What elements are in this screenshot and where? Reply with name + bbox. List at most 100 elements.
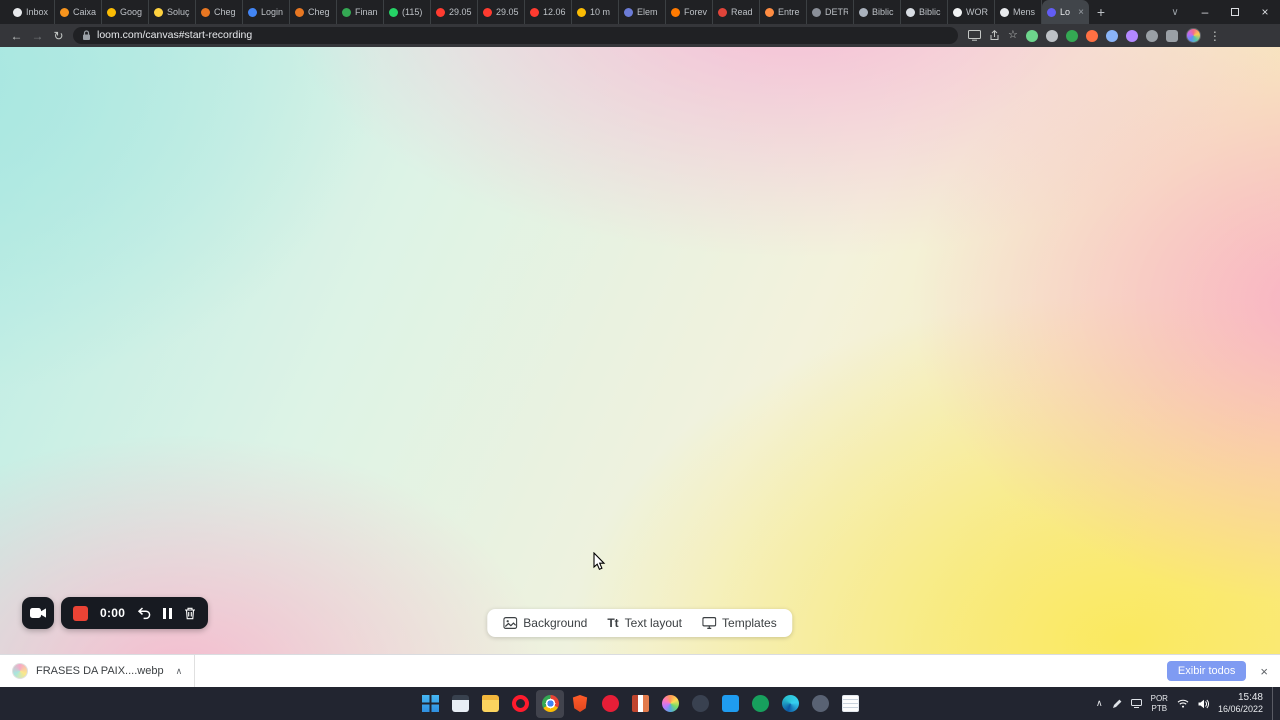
start-icon <box>421 695 439 712</box>
browser-tab[interactable]: Entre <box>760 0 807 24</box>
browser-tab[interactable]: DETR <box>807 0 854 24</box>
tab-favicon <box>859 7 868 17</box>
tab-label: Forev <box>684 7 707 17</box>
text-layout-button[interactable]: Tt Text layout <box>597 609 692 637</box>
calculator-icon <box>451 695 469 712</box>
extension-orange-icon[interactable] <box>1085 29 1098 42</box>
taskbar-app-start[interactable] <box>416 690 444 718</box>
tab-close-icon[interactable]: × <box>1078 7 1084 18</box>
browser-tab[interactable]: Read <box>713 0 760 24</box>
volume-icon[interactable] <box>1198 699 1209 709</box>
browser-menu-icon[interactable]: ⋮ <box>1209 29 1221 43</box>
pause-button[interactable] <box>163 607 173 619</box>
taskbar-app-opera[interactable] <box>506 690 534 718</box>
close-window-button[interactable]: × <box>1250 0 1280 24</box>
show-desktop-edge[interactable] <box>1272 687 1276 720</box>
browser-tab[interactable]: WOR <box>948 0 995 24</box>
taskbar-app-calculator[interactable] <box>446 690 474 718</box>
restart-button[interactable] <box>137 606 151 620</box>
taskbar-app-game[interactable] <box>686 690 714 718</box>
taskbar-app-files[interactable] <box>476 690 504 718</box>
taskbar-app-green[interactable] <box>746 690 774 718</box>
monitor-tray-icon[interactable] <box>1130 699 1142 708</box>
minimize-button[interactable]: – <box>1190 0 1220 24</box>
show-all-downloads-button[interactable]: Exibir todos <box>1166 661 1247 681</box>
taskbar-app-chrome[interactable] <box>536 689 564 718</box>
browser-tab[interactable]: Biblic <box>854 0 901 24</box>
extension-blue-icon[interactable] <box>1105 29 1118 42</box>
maximize-button[interactable] <box>1220 0 1250 24</box>
browser-tab[interactable]: Login <box>243 0 290 24</box>
tab-favicon <box>154 7 163 17</box>
extensions-puzzle-icon[interactable] <box>1165 29 1178 42</box>
extension-silver-icon[interactable] <box>1145 29 1158 42</box>
browser-tab[interactable]: Inbox <box>8 0 55 24</box>
pen-icon[interactable] <box>1112 699 1122 709</box>
download-item[interactable]: FRASES DA PAIX....webp ∧ <box>12 663 182 679</box>
browser-tab[interactable]: Forev <box>666 0 713 24</box>
tab-label: Caixa <box>73 7 96 17</box>
extension-green-icon[interactable] <box>1025 29 1038 42</box>
browser-tab[interactable]: 29.05 <box>478 0 525 24</box>
taskbar-app-edge[interactable] <box>776 690 804 718</box>
tab-favicon <box>436 7 445 17</box>
browser-tab[interactable]: (115) <box>384 0 431 24</box>
close-download-bar-icon[interactable]: × <box>1260 664 1268 679</box>
back-button[interactable]: ← <box>6 29 27 43</box>
tab-search-button[interactable]: ∨ <box>1160 7 1190 18</box>
taskbar-app-operagx[interactable] <box>596 690 624 718</box>
download-item-caret-icon[interactable]: ∧ <box>176 666 183 677</box>
share-icon[interactable] <box>989 30 1000 41</box>
url-text: loom.com/canvas#start-recording <box>97 29 253 42</box>
text-layout-label: Text layout <box>624 616 683 630</box>
browser-tab[interactable]: 10 m <box>572 0 619 24</box>
address-bar[interactable]: loom.com/canvas#start-recording <box>73 27 958 44</box>
browser-tab[interactable]: Biblic <box>901 0 948 24</box>
browser-tab[interactable]: Goog <box>102 0 149 24</box>
tab-favicon <box>483 7 492 17</box>
taskbar-app-photos[interactable] <box>656 690 684 718</box>
tab-label: Login <box>261 7 284 17</box>
browser-tab[interactable]: Caixa <box>55 0 102 24</box>
taskbar-clock[interactable]: 15:48 16/06/2022 <box>1218 692 1263 716</box>
camera-icon <box>30 607 46 619</box>
browser-tab[interactable]: Lo × <box>1042 0 1089 24</box>
browser-tab-bar: Inbox Caixa Goog Soluç Cheg Login Cheg Finan (11… <box>0 0 1280 24</box>
tray-expand-icon[interactable]: ∧ <box>1096 698 1103 709</box>
wifi-icon[interactable] <box>1177 699 1189 708</box>
profile-avatar[interactable] <box>1185 28 1201 43</box>
taskbar-app-brave[interactable] <box>566 690 594 718</box>
tab-favicon <box>295 7 304 17</box>
browser-tab[interactable]: Soluç <box>149 0 196 24</box>
browser-tab[interactable]: 12.06 <box>525 0 572 24</box>
extension-purple-icon[interactable] <box>1125 29 1138 42</box>
browser-tab[interactable]: Cheg <box>196 0 243 24</box>
background-button[interactable]: Background <box>493 609 597 637</box>
browser-tab[interactable]: Mens <box>995 0 1042 24</box>
browser-tab[interactable]: 29.05 <box>431 0 478 24</box>
extension-adblock-icon[interactable] <box>1065 29 1078 42</box>
templates-button[interactable]: Templates <box>692 609 787 637</box>
reload-button[interactable]: ↻ <box>48 29 69 43</box>
language-indicator[interactable]: POR PTB <box>1151 694 1168 713</box>
new-tab-button[interactable]: + <box>1089 0 1113 24</box>
loom-canvas[interactable]: 0:00 Background Tt Text layout Templates <box>0 47 1280 654</box>
tab-favicon <box>577 7 586 17</box>
forward-button[interactable]: → <box>27 29 48 43</box>
browser-tab[interactable]: Cheg <box>290 0 337 24</box>
taskbar-app-notepad[interactable] <box>836 690 864 718</box>
extension-gray-icon[interactable] <box>1045 29 1058 42</box>
taskbar-app-books[interactable] <box>626 690 654 718</box>
tab-favicon <box>389 7 398 17</box>
taskbar-app-vscode[interactable] <box>716 690 744 718</box>
delete-recording-button[interactable] <box>184 607 196 620</box>
taskbar: ∧ POR PTB 15:48 16/06/2022 <box>0 687 1280 720</box>
opera-icon <box>511 695 529 712</box>
bookmark-star-icon[interactable]: ☆ <box>1008 30 1018 41</box>
cast-icon[interactable] <box>968 30 981 41</box>
browser-tab[interactable]: Finan <box>337 0 384 24</box>
camera-button[interactable] <box>22 597 54 629</box>
browser-tab[interactable]: Elem <box>619 0 666 24</box>
record-button[interactable] <box>73 605 88 621</box>
taskbar-app-gray[interactable] <box>806 690 834 718</box>
